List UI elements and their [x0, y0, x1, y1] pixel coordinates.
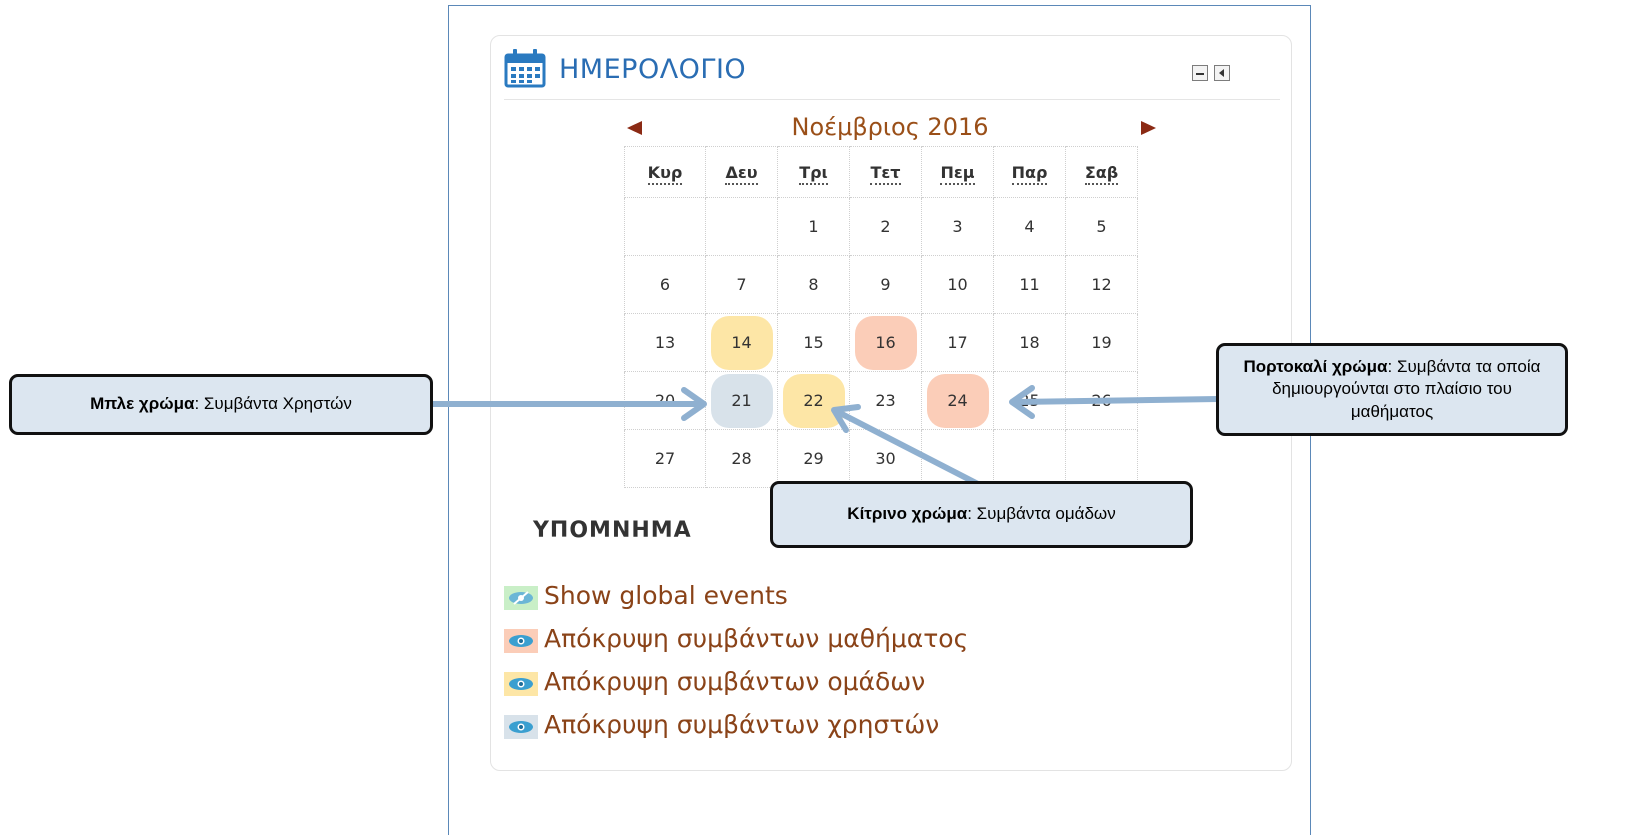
yellow-callout: Κίτρινο χρώμα: Συμβάντα ομάδων	[770, 481, 1193, 548]
orange-callout: Πορτοκαλί χρώμα: Συμβάντα τα οποία δημιο…	[1216, 343, 1568, 436]
orange-callout-arrow	[1013, 396, 1221, 405]
blue-callout: Μπλε χρώμα: Συμβάντα Χρηστών	[9, 374, 433, 435]
yellow-callout-arrow	[835, 409, 981, 487]
